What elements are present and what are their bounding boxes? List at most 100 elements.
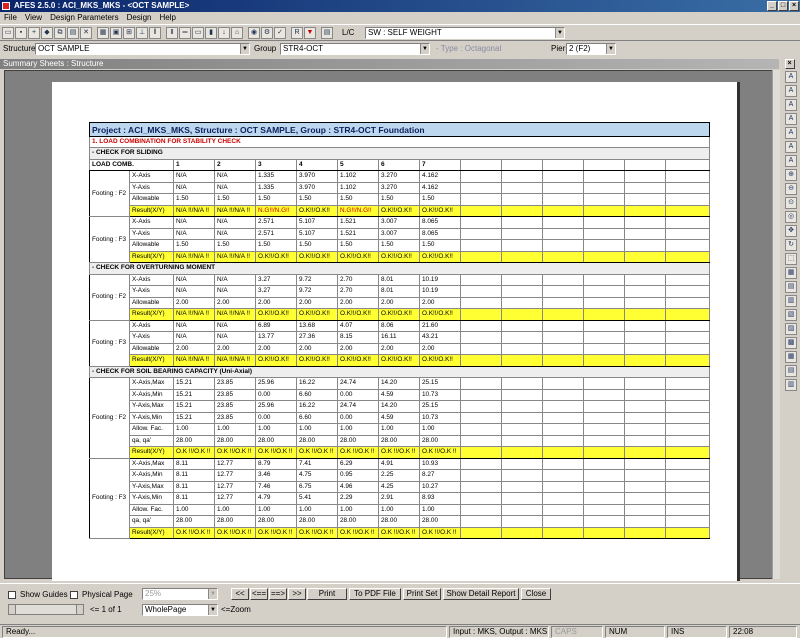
next-page-button[interactable]: ==> xyxy=(269,588,287,600)
load-icon[interactable]: ↓ xyxy=(218,27,230,39)
font-a-outline-icon[interactable]: A xyxy=(785,141,797,153)
table-cell: O.K !!/O.K !! xyxy=(419,526,461,539)
table-row: Allowable 1.50 1.50 1.50 1.50 1.50 1.50 1.50 xyxy=(90,239,711,252)
to-pdf-button[interactable]: To PDF File xyxy=(349,588,401,600)
font-a-bold-icon[interactable]: A xyxy=(785,85,797,97)
table-row: Y-Axis,Min 8.11 12.77 4.79 5.41 2.29 2.91 8.93 xyxy=(90,492,711,505)
zoom-mode-select[interactable]: WholePage ▼ xyxy=(142,604,218,616)
pier-icon[interactable]: ⊥ xyxy=(136,27,148,39)
report-icon[interactable]: R xyxy=(291,27,303,39)
settings-icon[interactable]: ⚙ xyxy=(261,27,273,39)
pan-icon[interactable]: ✥ xyxy=(785,225,797,237)
close-window-button[interactable]: × xyxy=(789,1,799,11)
layer7-icon[interactable]: ▤ xyxy=(785,365,797,377)
group-icon[interactable]: ▣ xyxy=(110,27,122,39)
footing-label: Footing : F3 xyxy=(89,457,130,539)
open-icon[interactable]: ▭ xyxy=(2,27,14,39)
copy-icon[interactable]: ⧉ xyxy=(54,27,66,39)
scroll-right-icon[interactable] xyxy=(76,605,83,614)
layer4-icon[interactable]: ▨ xyxy=(785,323,797,335)
table-icon[interactable]: ▤ xyxy=(321,27,333,39)
show-detail-report-button[interactable]: Show Detail Report xyxy=(443,588,519,600)
table-cell: 5.107 xyxy=(296,227,338,240)
column-icon[interactable]: Ⅱ xyxy=(166,27,178,39)
view-icon[interactable]: ◉ xyxy=(248,27,260,39)
grid-icon[interactable]: ▦ xyxy=(97,27,109,39)
new-icon[interactable]: + xyxy=(28,27,40,39)
font-a-shadow-icon[interactable]: A xyxy=(785,155,797,167)
zoom-in-icon[interactable]: ⊕ xyxy=(785,169,797,181)
table-cell: 13.68 xyxy=(296,319,338,332)
layer6-icon[interactable]: ▦ xyxy=(785,351,797,363)
wall-icon[interactable]: ▮ xyxy=(205,27,217,39)
footing-icon[interactable]: ⊞ xyxy=(123,27,135,39)
empty-cell xyxy=(664,273,711,286)
table-cell: 1.50 xyxy=(214,239,256,252)
slab-icon[interactable]: ▭ xyxy=(192,27,204,39)
pile-icon[interactable]: ‖ xyxy=(149,27,161,39)
physical-page-checkbox[interactable] xyxy=(70,591,78,599)
font-a-icon[interactable]: A xyxy=(785,71,797,83)
close-button[interactable]: Close xyxy=(521,588,551,600)
print-set-button[interactable]: Print Set xyxy=(403,588,441,600)
empty-cell xyxy=(542,319,584,332)
check-icon[interactable]: ✓ xyxy=(274,27,286,39)
font-a-italic-icon[interactable]: A xyxy=(785,113,797,125)
table-cell: O.K !!/O.K !! xyxy=(296,446,338,459)
pier-select[interactable]: 2 (F2) ▼ xyxy=(566,43,616,55)
save-icon[interactable]: ▪ xyxy=(15,27,27,39)
vertical-scrollbar[interactable] xyxy=(772,70,780,579)
rotate-icon[interactable]: ↻ xyxy=(785,239,797,251)
menu-help[interactable]: Help xyxy=(159,12,175,23)
paste-icon[interactable]: ▤ xyxy=(67,27,79,39)
layer2-icon[interactable]: ▥ xyxy=(785,295,797,307)
select-icon[interactable]: ⬚ xyxy=(785,253,797,265)
table-cell: O.K!!/O.K!! xyxy=(296,354,338,367)
show-guides-checkbox[interactable] xyxy=(8,591,16,599)
layer5-icon[interactable]: ▩ xyxy=(785,337,797,349)
last-page-button[interactable]: >> xyxy=(288,588,306,600)
empty-cell xyxy=(624,492,666,505)
grid-view-icon[interactable]: ▦ xyxy=(785,267,797,279)
close-summary-icon[interactable]: × xyxy=(784,59,795,69)
beam-icon[interactable]: ═ xyxy=(179,27,191,39)
table-cell: O.K !!/O.K !! xyxy=(337,526,379,539)
menu-view[interactable]: View xyxy=(25,12,42,23)
table-cell: 12.77 xyxy=(214,492,256,505)
prev-page-button[interactable]: <== xyxy=(250,588,268,600)
delete-icon[interactable]: ✕ xyxy=(80,27,92,39)
empty-cell xyxy=(460,181,502,194)
zoom-percent-select[interactable]: 25% ▼ xyxy=(142,588,218,600)
first-page-button[interactable]: << xyxy=(231,588,249,600)
menu-design-parameters[interactable]: Design Parameters xyxy=(50,12,118,23)
empty-cell xyxy=(501,331,543,344)
table-cell: O.K !!/O.K !! xyxy=(378,526,420,539)
print-button[interactable]: Print xyxy=(307,588,347,600)
layer-icon[interactable]: ▤ xyxy=(785,281,797,293)
status-bar: Ready... Input : MKS, Output : MKS CAPS … xyxy=(0,624,800,638)
table-cell: 8.11 xyxy=(173,457,215,470)
zoom-out-icon[interactable]: ⊖ xyxy=(785,183,797,195)
lock-icon[interactable]: ⌂ xyxy=(231,27,243,39)
minimize-button[interactable]: _ xyxy=(767,1,777,11)
row-label: Y-Axis xyxy=(129,285,174,298)
down-arrow-icon[interactable]: ▼ xyxy=(304,27,316,39)
page-scrollbar[interactable] xyxy=(8,604,84,615)
layer8-icon[interactable]: ▥ xyxy=(785,379,797,391)
font-a-small-icon[interactable]: A xyxy=(785,99,797,111)
menu-file[interactable]: File xyxy=(4,12,17,23)
empty-cell xyxy=(542,170,584,183)
font-a-large-icon[interactable]: A xyxy=(785,127,797,139)
scroll-left-icon[interactable] xyxy=(9,605,16,614)
toolbar: ▭ ▪ + ◆ ⧉ ▤ ✕ ▦ ▣ ⊞ ⊥ ‖ Ⅱ ═ ▭ ▮ ↓ ⌂ ◉ ⚙ … xyxy=(0,24,800,41)
load-case-select[interactable]: SW : SELF WEIGHT ▼ xyxy=(365,27,565,39)
table-cell: 1.335 xyxy=(255,170,297,183)
menu-design[interactable]: Design xyxy=(127,12,152,23)
group-select[interactable]: STR4-OCT ▼ xyxy=(280,43,430,55)
structure-icon[interactable]: ◆ xyxy=(41,27,53,39)
layer3-icon[interactable]: ▧ xyxy=(785,309,797,321)
structure-select[interactable]: OCT SAMPLE ▼ xyxy=(35,43,250,55)
zoom-window-icon[interactable]: ◎ xyxy=(785,211,797,223)
maximize-button[interactable]: □ xyxy=(778,1,788,11)
zoom-fit-icon[interactable]: ⊙ xyxy=(785,197,797,209)
